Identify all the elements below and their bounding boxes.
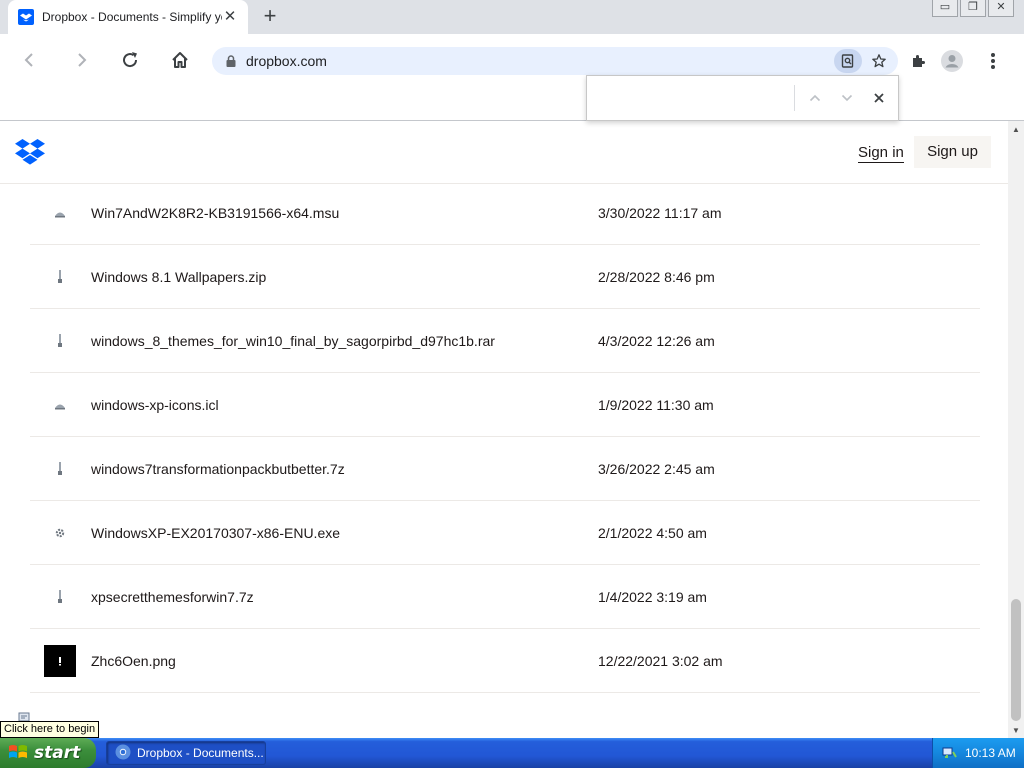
- generic-file-icon: [44, 389, 76, 421]
- tab-close-icon[interactable]: ✕: [222, 9, 238, 25]
- sign-up-button[interactable]: Sign up: [914, 136, 991, 168]
- minimize-button[interactable]: ▭: [932, 0, 958, 17]
- window-controls: ▭ ❐ ✕: [932, 0, 1014, 17]
- file-row[interactable]: WindowsXP-EX20170307-x86-ENU.exe 2/1/2022…: [30, 501, 980, 565]
- file-name[interactable]: windows_8_themes_for_win10_final_by_sago…: [91, 333, 495, 349]
- zip-file-icon: [44, 261, 76, 293]
- extensions-puzzle-icon[interactable]: [905, 47, 933, 75]
- zip-file-icon: [44, 325, 76, 357]
- file-row[interactable]: Windows 8.1 Wallpapers.zip 2/28/2022 8:46…: [30, 245, 980, 309]
- start-button[interactable]: start: [0, 738, 96, 768]
- taskbar-item-label: Dropbox - Documents...: [137, 746, 264, 760]
- gear-file-icon: [44, 517, 76, 549]
- file-name[interactable]: Windows 8.1 Wallpapers.zip: [91, 269, 266, 285]
- address-bar[interactable]: dropbox.com: [212, 47, 898, 75]
- file-modified-date: 3/26/2022 2:45 am: [598, 461, 715, 477]
- start-label: start: [34, 743, 81, 763]
- zip-file-icon: [44, 581, 76, 613]
- taskbar-item-browser[interactable]: Dropbox - Documents...: [106, 741, 266, 765]
- file-name[interactable]: Zhc6Oen.png: [91, 653, 176, 669]
- file-name[interactable]: windows7transformationpackbutbetter.7z: [91, 461, 345, 477]
- file-list: Win7AndW2K8R2-KB3191566-x64.msu 3/30/2022…: [30, 181, 980, 693]
- browser-tab[interactable]: Dropbox - Documents - Simplify your ✕: [8, 0, 248, 34]
- file-modified-date: 4/3/2022 12:26 am: [598, 333, 715, 349]
- file-row[interactable]: windows_8_themes_for_win10_final_by_sago…: [30, 309, 980, 373]
- image-thumbnail-icon: [44, 645, 76, 677]
- chevron-down-icon[interactable]: [834, 85, 860, 111]
- network-icon[interactable]: [941, 744, 957, 763]
- file-modified-date: 1/4/2022 3:19 am: [598, 589, 707, 605]
- find-input[interactable]: [595, 84, 790, 112]
- file-row[interactable]: windows-xp-icons.icl 1/9/2022 11:30 am: [30, 373, 980, 437]
- file-modified-date: 2/28/2022 8:46 pm: [598, 269, 715, 285]
- file-name[interactable]: Win7AndW2K8R2-KB3191566-x64.msu: [91, 205, 339, 221]
- tab-title: Dropbox - Documents - Simplify your: [42, 10, 222, 24]
- tooltip-flag-icon: [18, 710, 30, 722]
- find-separator: [793, 85, 795, 111]
- profile-icon[interactable]: [938, 47, 966, 75]
- reload-icon[interactable]: [114, 44, 146, 76]
- dropbox-header: Sign in Sign up: [0, 121, 1008, 184]
- close-window-button[interactable]: ✕: [988, 0, 1014, 17]
- system-tray: 10:13 AM: [932, 738, 1024, 768]
- file-name[interactable]: windows-xp-icons.icl: [91, 397, 219, 413]
- zoom-icon[interactable]: [834, 49, 862, 73]
- file-modified-date: 1/9/2022 11:30 am: [598, 397, 714, 413]
- file-modified-date: 2/1/2022 4:50 am: [598, 525, 707, 541]
- restore-button[interactable]: ❐: [960, 0, 986, 17]
- forward-arrow-icon[interactable]: [65, 44, 97, 76]
- kebab-menu-icon[interactable]: [979, 47, 1007, 75]
- file-row[interactable]: Win7AndW2K8R2-KB3191566-x64.msu 3/30/2022…: [30, 181, 980, 245]
- file-name[interactable]: xpsecretthemesforwin7.7z: [91, 589, 254, 605]
- vertical-scrollbar[interactable]: ▲ ▼: [1008, 121, 1024, 738]
- dropbox-favicon-icon: [18, 9, 34, 25]
- find-bar: [586, 75, 899, 121]
- dropbox-logo-icon[interactable]: [15, 138, 45, 166]
- url-text[interactable]: dropbox.com: [246, 53, 834, 69]
- start-tooltip: Click here to begin: [0, 721, 100, 738]
- scroll-down-icon[interactable]: ▼: [1008, 722, 1024, 738]
- zip-file-icon: [44, 453, 76, 485]
- new-tab-button[interactable]: +: [258, 5, 282, 28]
- taskbar: start Dropbox - Documents... 10:13 AM: [0, 738, 1024, 768]
- bookmark-star-icon[interactable]: [866, 49, 892, 73]
- chrome-icon: [115, 744, 131, 763]
- sign-in-link[interactable]: Sign in: [858, 144, 904, 163]
- chevron-up-icon[interactable]: [803, 85, 829, 111]
- file-name[interactable]: WindowsXP-EX20170307-x86-ENU.exe: [91, 525, 340, 541]
- file-modified-date: 12/22/2021 3:02 am: [598, 653, 723, 669]
- back-arrow-icon[interactable]: [14, 44, 46, 76]
- tab-strip: Dropbox - Documents - Simplify your ✕ + …: [0, 0, 1024, 34]
- file-row[interactable]: windows7transformationpackbutbetter.7z 3/…: [30, 437, 980, 501]
- scrollbar-thumb[interactable]: [1011, 599, 1021, 721]
- lock-icon[interactable]: [224, 54, 238, 68]
- close-icon[interactable]: [866, 85, 892, 111]
- clock: 10:13 AM: [965, 746, 1016, 760]
- file-modified-date: 3/30/2022 11:17 am: [598, 205, 722, 221]
- scroll-up-icon[interactable]: ▲: [1008, 121, 1024, 137]
- home-icon[interactable]: [164, 44, 196, 76]
- file-row[interactable]: Zhc6Oen.png 12/22/2021 3:02 am: [30, 629, 980, 693]
- windows-logo-icon: [8, 743, 28, 764]
- generic-file-icon: [44, 197, 76, 229]
- file-row[interactable]: xpsecretthemesforwin7.7z 1/4/2022 3:19 am: [30, 565, 980, 629]
